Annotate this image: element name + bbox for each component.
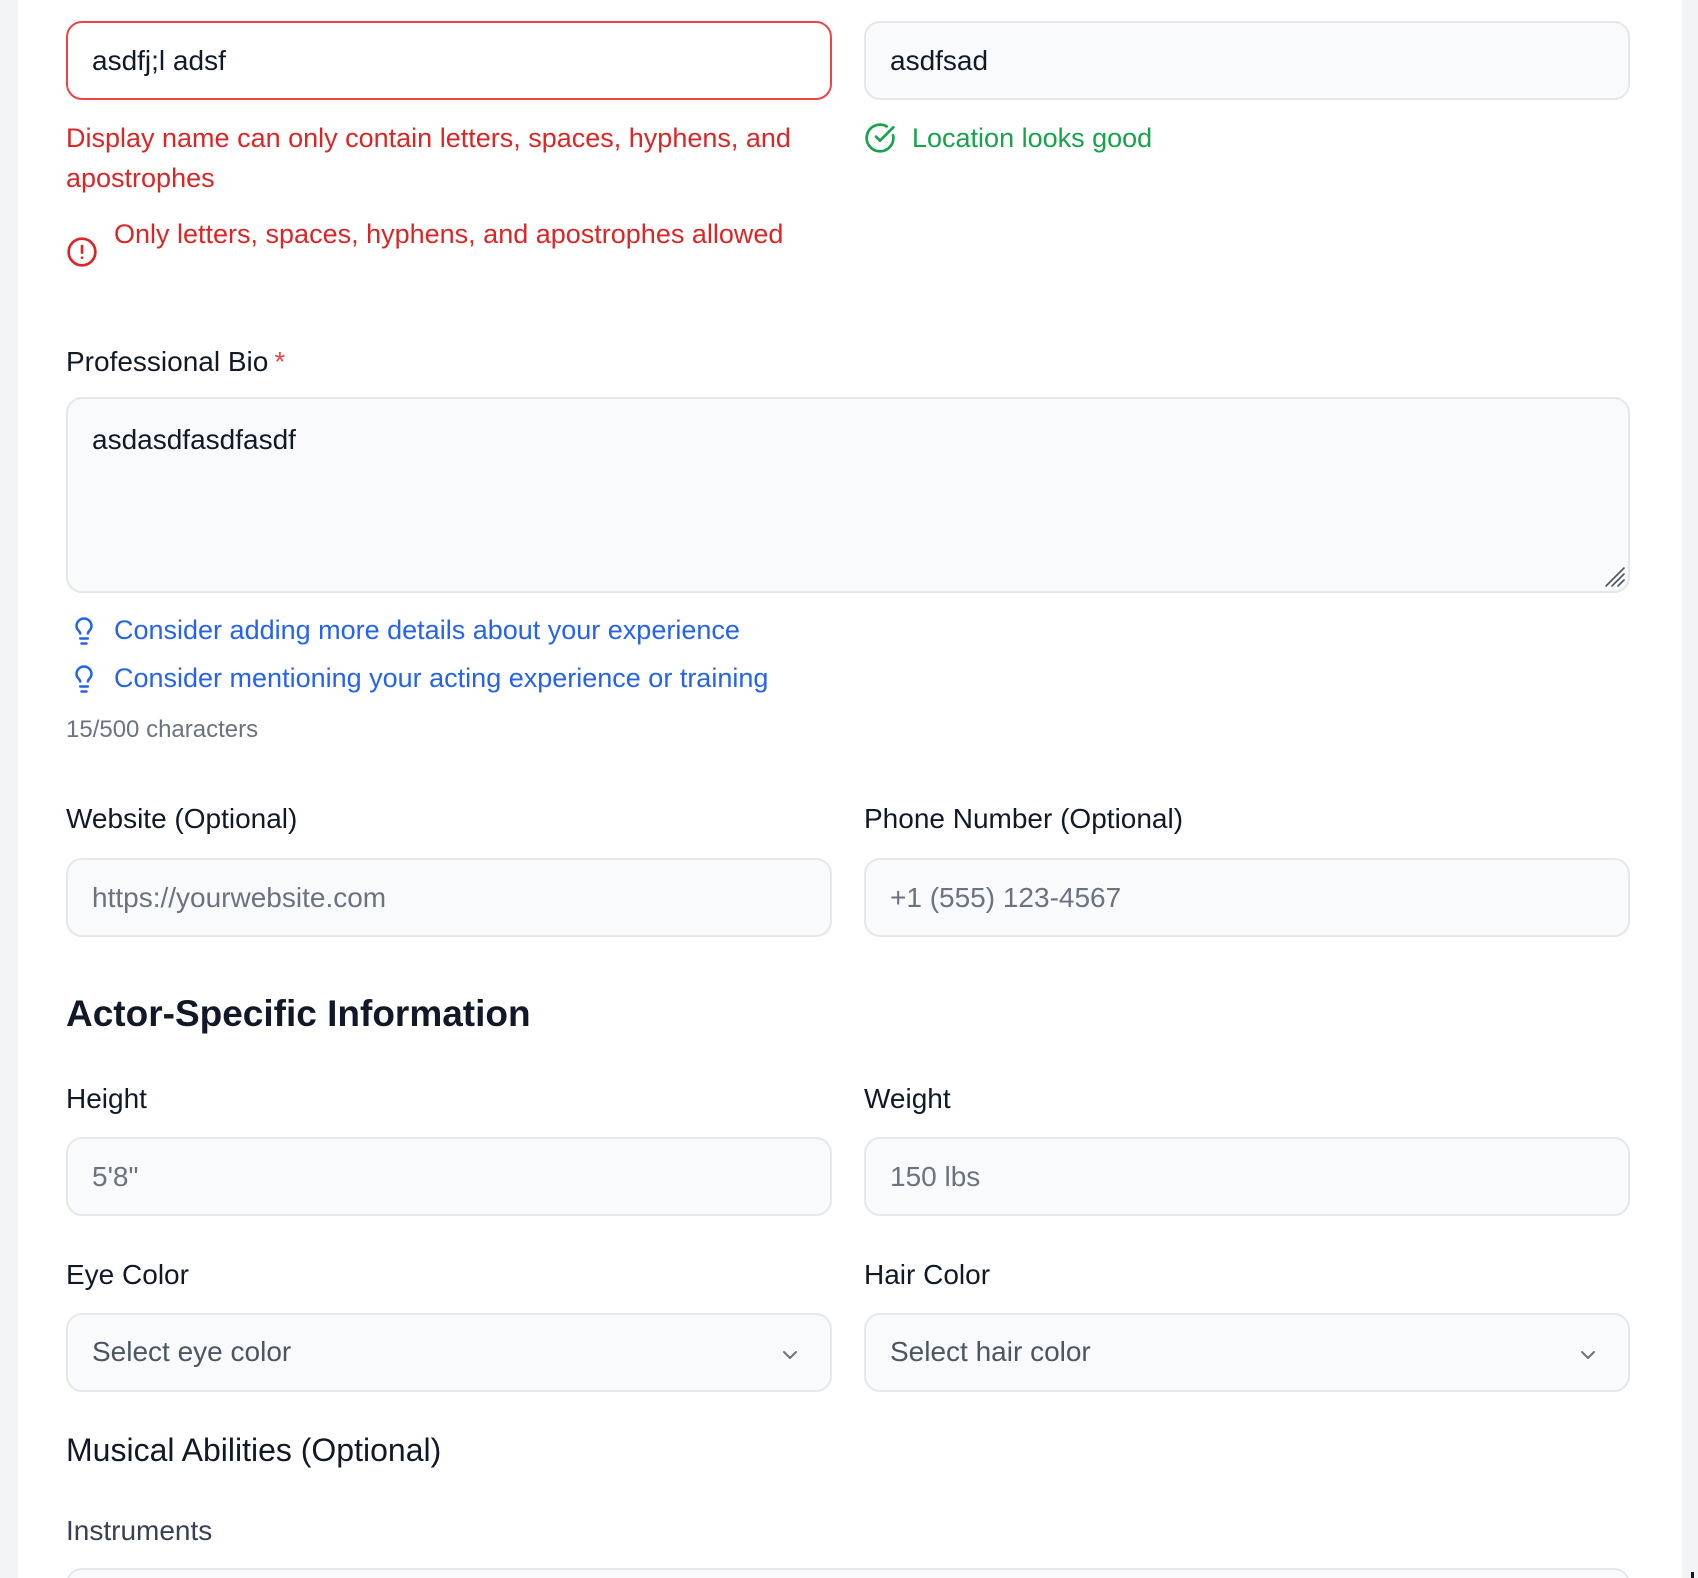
- height-input[interactable]: [66, 1137, 832, 1216]
- phone-label: Phone Number (Optional): [864, 803, 1184, 834]
- hair-color-label: Hair Color: [864, 1259, 991, 1290]
- lightbulb-icon: [75, 617, 93, 645]
- scrollbar-indicator[interactable]: [1691, 1572, 1694, 1578]
- bio-character-counter: 15/500 characters: [66, 716, 259, 743]
- resize-handle-icon[interactable]: [1602, 564, 1626, 588]
- hair-color-select[interactable]: Select hair color: [864, 1313, 1630, 1392]
- lightbulb-icon: [75, 665, 93, 693]
- display-name-input[interactable]: [66, 21, 832, 100]
- weight-input[interactable]: [864, 1137, 1630, 1216]
- location-success-message: Location looks good: [912, 123, 1153, 153]
- phone-input[interactable]: [864, 858, 1630, 937]
- location-input[interactable]: [864, 21, 1630, 100]
- profile-form-card: Display name can only contain letters, s…: [18, 0, 1682, 1578]
- bio-label: Professional Bio *: [66, 346, 285, 378]
- chevron-down-icon: [1581, 1351, 1595, 1359]
- actor-section-title: Actor-Specific Information: [66, 993, 531, 1034]
- instruments-label: Instruments: [66, 1515, 213, 1546]
- bio-textarea[interactable]: [66, 397, 1630, 593]
- eye-color-label: Eye Color: [66, 1259, 189, 1290]
- alert-circle-icon: [67, 237, 97, 267]
- website-label: Website (Optional): [66, 803, 298, 834]
- required-asterisk: *: [274, 346, 286, 377]
- display-name-error-message: Display name can only contain letters, s…: [66, 123, 791, 193]
- bio-suggestion-item: Consider adding more details about your …: [114, 615, 740, 645]
- instruments-input[interactable]: [66, 1568, 1630, 1578]
- hair-color-select-value: Select hair color: [890, 1336, 1091, 1367]
- height-label: Height: [66, 1083, 147, 1114]
- display-name-validation-message: Only letters, spaces, hyphens, and apost…: [114, 219, 784, 249]
- chevron-down-icon: [783, 1351, 797, 1359]
- weight-label: Weight: [864, 1083, 951, 1114]
- bio-suggestion-item: Consider mentioning your acting experien…: [114, 663, 769, 693]
- musical-section-title: Musical Abilities (Optional): [66, 1432, 442, 1468]
- eye-color-select-value: Select eye color: [92, 1336, 292, 1367]
- bio-label-text: Professional Bio: [66, 346, 269, 377]
- eye-color-select[interactable]: Select eye color: [66, 1313, 832, 1392]
- check-circle-icon: [865, 123, 895, 153]
- website-input[interactable]: [66, 858, 832, 937]
